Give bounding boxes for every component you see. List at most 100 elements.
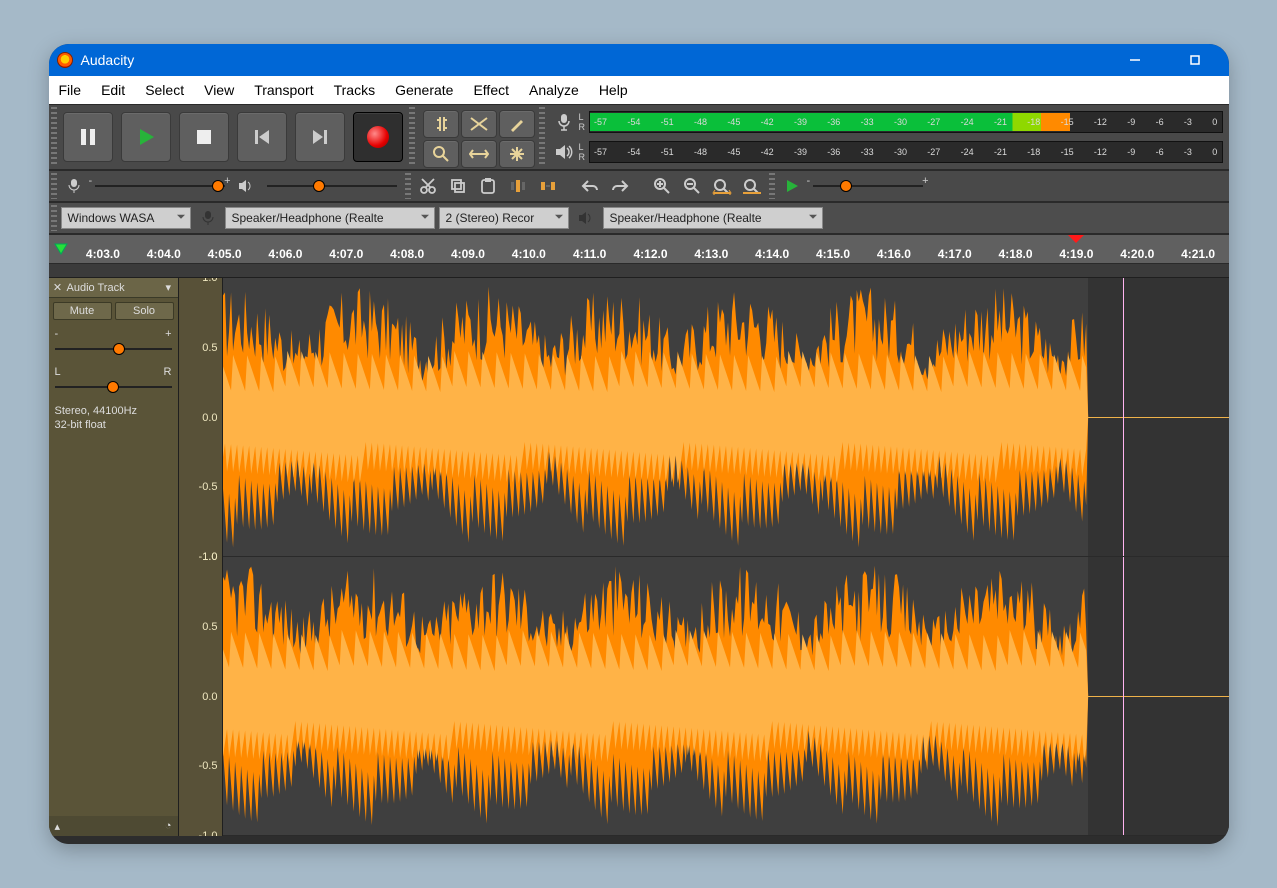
skip-end-button[interactable]: [295, 112, 345, 162]
menubar: File Edit Select View Transport Tracks G…: [49, 76, 1229, 104]
close-track-button[interactable]: ✕: [51, 281, 65, 294]
track-name: Audio Track: [67, 282, 164, 294]
collapse-track-button[interactable]: ▴: [55, 820, 61, 833]
titlebar[interactable]: Audacity: [49, 44, 1229, 76]
track-control-panel: ✕ Audio Track ▾ Mute Solo -+ LR: [49, 278, 179, 836]
timeline-label: 4:04.0: [147, 247, 181, 261]
menu-effect[interactable]: Effect: [463, 76, 519, 104]
menu-transport[interactable]: Transport: [244, 76, 323, 104]
speaker-icon[interactable]: [553, 141, 575, 163]
record-button[interactable]: [353, 112, 403, 162]
playback-volume-slider[interactable]: [267, 179, 397, 193]
toolbar-grip[interactable]: [51, 173, 57, 199]
track-menu-dropdown[interactable]: ▾: [166, 281, 176, 294]
selection-tool[interactable]: [423, 110, 459, 138]
menu-help[interactable]: Help: [589, 76, 638, 104]
play-at-speed-button[interactable]: [779, 173, 805, 199]
zoom-tool[interactable]: [423, 140, 459, 168]
copy-button[interactable]: [445, 173, 471, 199]
slider-knob[interactable]: [840, 180, 852, 192]
recording-meter[interactable]: -57-54-51-48-45-42-39-36-33-30-27-24-21-…: [589, 111, 1223, 133]
slider-knob[interactable]: [313, 180, 325, 192]
toolbar-grip[interactable]: [51, 205, 57, 231]
silence-button[interactable]: [535, 173, 561, 199]
mic-icon: [61, 173, 87, 199]
track-pan-slider[interactable]: [55, 380, 172, 394]
timeline-ruler[interactable]: 4:03.04:04.04:05.04:06.04:07.04:08.04:09…: [49, 234, 1229, 264]
speaker-icon: [573, 205, 599, 231]
play-speed-slider[interactable]: - +: [813, 179, 923, 193]
zoom-out-button[interactable]: [679, 173, 705, 199]
menu-select[interactable]: Select: [135, 76, 194, 104]
vertical-scale[interactable]: 1.00.50.0-0.5-1.01.00.50.0-0.5-1.0: [179, 278, 223, 836]
track-options-icon[interactable]: ◔: [165, 820, 172, 832]
meter-lr-label: LR: [579, 143, 586, 162]
playback-device-combo[interactable]: Speaker/Headphone (Realte: [603, 207, 823, 229]
timeline-label: 4:12.0: [633, 247, 667, 261]
waveform-svg: [223, 557, 1229, 835]
toolbar-grip[interactable]: [539, 107, 545, 167]
toolbar-grip[interactable]: [769, 173, 775, 199]
timeline-label: 4:17.0: [938, 247, 972, 261]
menu-file[interactable]: File: [49, 76, 92, 104]
menu-edit[interactable]: Edit: [91, 76, 135, 104]
toolbar-grip[interactable]: [51, 107, 57, 167]
slider-knob[interactable]: [212, 180, 224, 192]
fit-project-button[interactable]: [739, 173, 765, 199]
play-cursor: [1123, 557, 1124, 835]
skip-start-button[interactable]: [237, 112, 287, 162]
waveform-left[interactable]: [223, 278, 1229, 557]
mic-icon[interactable]: [553, 111, 575, 133]
timeshift-tool[interactable]: [461, 140, 497, 168]
playback-meter[interactable]: -57-54-51-48-45-42-39-36-33-30-27-24-21-…: [589, 141, 1223, 163]
maximize-button[interactable]: [1177, 48, 1213, 72]
waveform-column: [223, 278, 1229, 836]
bottom-spacer: [49, 836, 1229, 844]
recording-volume-slider[interactable]: - +: [95, 179, 225, 193]
waveform-svg: [223, 278, 1229, 556]
track-header[interactable]: ✕ Audio Track ▾: [49, 278, 178, 298]
pause-button[interactable]: [63, 112, 113, 162]
play-button[interactable]: [121, 112, 171, 162]
menu-generate[interactable]: Generate: [385, 76, 463, 104]
draw-tool[interactable]: [499, 110, 535, 138]
playhead-marker[interactable]: [1068, 235, 1084, 251]
timeline-label: 4:13.0: [694, 247, 728, 261]
zoom-in-button[interactable]: [649, 173, 675, 199]
meter-ticks-play: -57-54-51-48-45-42-39-36-33-30-27-24-21-…: [590, 142, 1222, 162]
envelope-tool[interactable]: [461, 110, 497, 138]
timeline-label: 4:14.0: [755, 247, 789, 261]
toolbar-grip[interactable]: [409, 107, 415, 167]
menu-analyze[interactable]: Analyze: [519, 76, 589, 104]
stop-button[interactable]: [179, 112, 229, 162]
cut-button[interactable]: [415, 173, 441, 199]
timeline-label: 4:21.0: [1181, 247, 1215, 261]
timeline-label: 4:08.0: [390, 247, 424, 261]
paste-button[interactable]: [475, 173, 501, 199]
track-gain-slider[interactable]: [55, 342, 172, 356]
play-cursor: [1123, 278, 1124, 556]
timeline-label: 4:18.0: [999, 247, 1033, 261]
recording-channels-combo[interactable]: 2 (Stereo) Recor: [439, 207, 569, 229]
toolbar-grip[interactable]: [405, 173, 411, 199]
waveform-right[interactable]: [223, 557, 1229, 836]
recording-device-combo[interactable]: Speaker/Headphone (Realte: [225, 207, 435, 229]
timeline-label: 4:11.0: [573, 247, 606, 261]
undo-button[interactable]: [577, 173, 603, 199]
timeline-pin-icon[interactable]: [49, 235, 73, 263]
audio-host-combo[interactable]: Windows WASA: [61, 207, 191, 229]
redo-button[interactable]: [607, 173, 633, 199]
timeline-label: 4:16.0: [877, 247, 911, 261]
timeline-label: 4:07.0: [329, 247, 363, 261]
trim-button[interactable]: [505, 173, 531, 199]
timeline-spacer: [49, 264, 1229, 278]
transport-toolbar: LR -57-54-51-48-45-42-39-36-33-30-27-24-…: [49, 104, 1229, 170]
fit-selection-button[interactable]: [709, 173, 735, 199]
meter-lr-label: LR: [579, 113, 586, 132]
menu-view[interactable]: View: [194, 76, 244, 104]
mute-button[interactable]: Mute: [53, 302, 112, 320]
menu-tracks[interactable]: Tracks: [324, 76, 385, 104]
minimize-button[interactable]: [1117, 48, 1153, 72]
solo-button[interactable]: Solo: [115, 302, 174, 320]
multi-tool[interactable]: [499, 140, 535, 168]
